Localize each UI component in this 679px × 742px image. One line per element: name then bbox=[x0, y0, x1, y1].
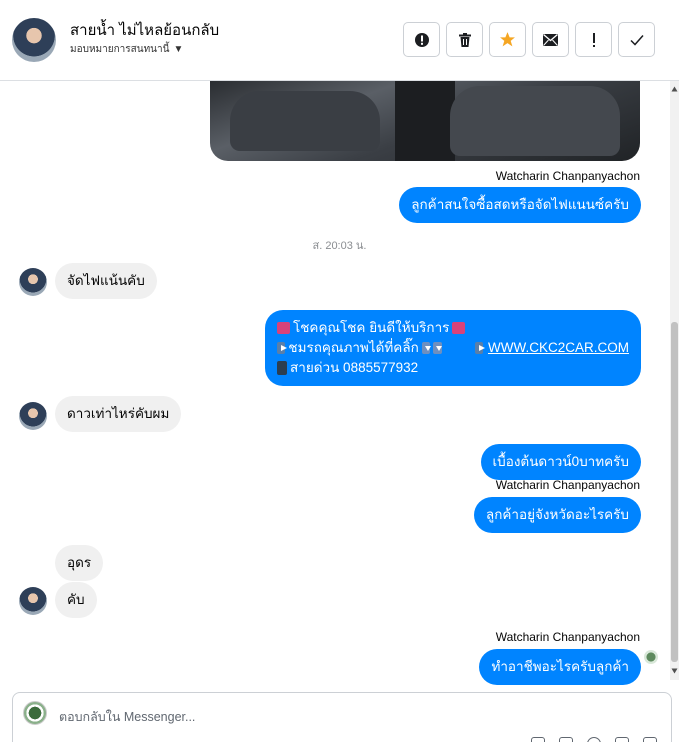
mail-icon bbox=[543, 33, 558, 46]
scroll-up-arrow-icon[interactable] bbox=[671, 86, 678, 92]
console-shape bbox=[395, 81, 455, 161]
seat-shape bbox=[230, 91, 380, 151]
emoji-icon[interactable] bbox=[587, 737, 601, 742]
assign-conversation-dropdown[interactable]: มอบหมายการสนทนานี้ ▼ bbox=[70, 42, 183, 57]
follow-up-button[interactable] bbox=[575, 22, 612, 57]
mark-unread-button[interactable] bbox=[532, 22, 569, 57]
page-avatar bbox=[23, 701, 47, 725]
trash-icon bbox=[458, 32, 471, 47]
outgoing-promo-message[interactable]: โชคคุณโชค ยินดีให้บริการ ชมรถคุณภาพได้ที… bbox=[265, 310, 641, 386]
promo-text: โชคคุณโชค ยินดีให้บริการ bbox=[293, 320, 450, 335]
delete-button[interactable] bbox=[446, 22, 483, 57]
arrow-down-icon bbox=[421, 342, 432, 354]
flag-icon bbox=[592, 32, 595, 47]
composer-tools bbox=[531, 737, 657, 742]
promo-line: สายด่วน 0885577932 bbox=[277, 358, 629, 378]
mark-spam-button[interactable] bbox=[403, 22, 440, 57]
star-icon bbox=[500, 32, 515, 47]
sender-name: Watcharin Chanpanyachon bbox=[495, 630, 640, 644]
assign-label: มอบหมายการสนทนานี้ bbox=[70, 44, 170, 55]
contact-avatar-small[interactable] bbox=[19, 268, 47, 296]
outgoing-message[interactable]: ลูกค้าอยู่จังหวัดอะไรครับ bbox=[473, 497, 641, 533]
sender-name: Watcharin Chanpanyachon bbox=[495, 478, 640, 492]
reply-composer[interactable]: ตอบกลับใน Messenger... bbox=[12, 692, 672, 742]
contact-avatar[interactable] bbox=[12, 18, 56, 62]
contact-name[interactable]: สายน้ำ ไม่ไหลย้อนกลับ bbox=[70, 18, 219, 42]
tv-icon bbox=[277, 322, 290, 334]
header-actions bbox=[403, 22, 655, 57]
conversation-header: สายน้ำ ไม่ไหลย้อนกลับ มอบหมายการสนทนานี้… bbox=[0, 0, 679, 81]
phone-icon bbox=[277, 361, 287, 375]
play-icon bbox=[277, 342, 288, 354]
promo-text: สายด่วน 0885577932 bbox=[290, 360, 419, 375]
incoming-message[interactable]: ดาวเท่าไหร่คับผม bbox=[55, 396, 182, 432]
star-button[interactable] bbox=[489, 22, 526, 57]
payment-icon[interactable] bbox=[615, 737, 629, 742]
outgoing-message[interactable]: เบื้องต้นดาวน์0บาทครับ bbox=[480, 444, 641, 480]
caret-down-icon: ▼ bbox=[173, 44, 184, 55]
promo-line: ชมรถคุณภาพได้ที่คลิ๊ก WWW.CKC2CAR.COM bbox=[277, 338, 629, 358]
promo-text: ชมรถคุณภาพได้ที่คลิ๊ก bbox=[288, 340, 419, 355]
outgoing-message[interactable]: ทำอาชีพอะไรครับลูกค้า bbox=[479, 649, 641, 685]
image-icon[interactable] bbox=[559, 737, 573, 742]
done-icon bbox=[629, 34, 644, 46]
attachment-icon[interactable] bbox=[531, 737, 545, 742]
website-link[interactable]: WWW.CKC2CAR.COM bbox=[488, 338, 629, 358]
photo-attachment[interactable] bbox=[210, 81, 640, 161]
like-icon[interactable] bbox=[643, 737, 657, 742]
play-icon bbox=[474, 342, 486, 354]
arrow-down-icon bbox=[433, 342, 443, 354]
scrollbar-thumb[interactable] bbox=[671, 322, 678, 662]
timestamp: ส. 20:03 น. bbox=[312, 240, 367, 252]
incoming-message[interactable]: จัดไฟแน้นคับ bbox=[55, 263, 157, 299]
promo-line: โชคคุณโชค ยินดีให้บริการ bbox=[277, 318, 629, 338]
contact-avatar-small[interactable] bbox=[19, 587, 47, 615]
incoming-message[interactable]: อุดร bbox=[55, 545, 104, 581]
seat-shape bbox=[450, 86, 620, 156]
mark-done-button[interactable] bbox=[618, 22, 655, 57]
outgoing-message[interactable]: ลูกค้าสนใจซื้อสดหรือจัดไฟแนนซ์ครับ bbox=[399, 187, 641, 223]
tv-icon bbox=[452, 322, 466, 334]
reply-input[interactable]: ตอบกลับใน Messenger... bbox=[59, 707, 195, 727]
read-receipt-avatar bbox=[644, 650, 658, 664]
scroll-down-arrow-icon[interactable] bbox=[671, 668, 678, 674]
incoming-message[interactable]: คับ bbox=[55, 582, 97, 618]
sender-name: Watcharin Chanpanyachon bbox=[495, 169, 640, 183]
contact-avatar-small[interactable] bbox=[19, 402, 47, 430]
spam-icon bbox=[414, 32, 429, 47]
